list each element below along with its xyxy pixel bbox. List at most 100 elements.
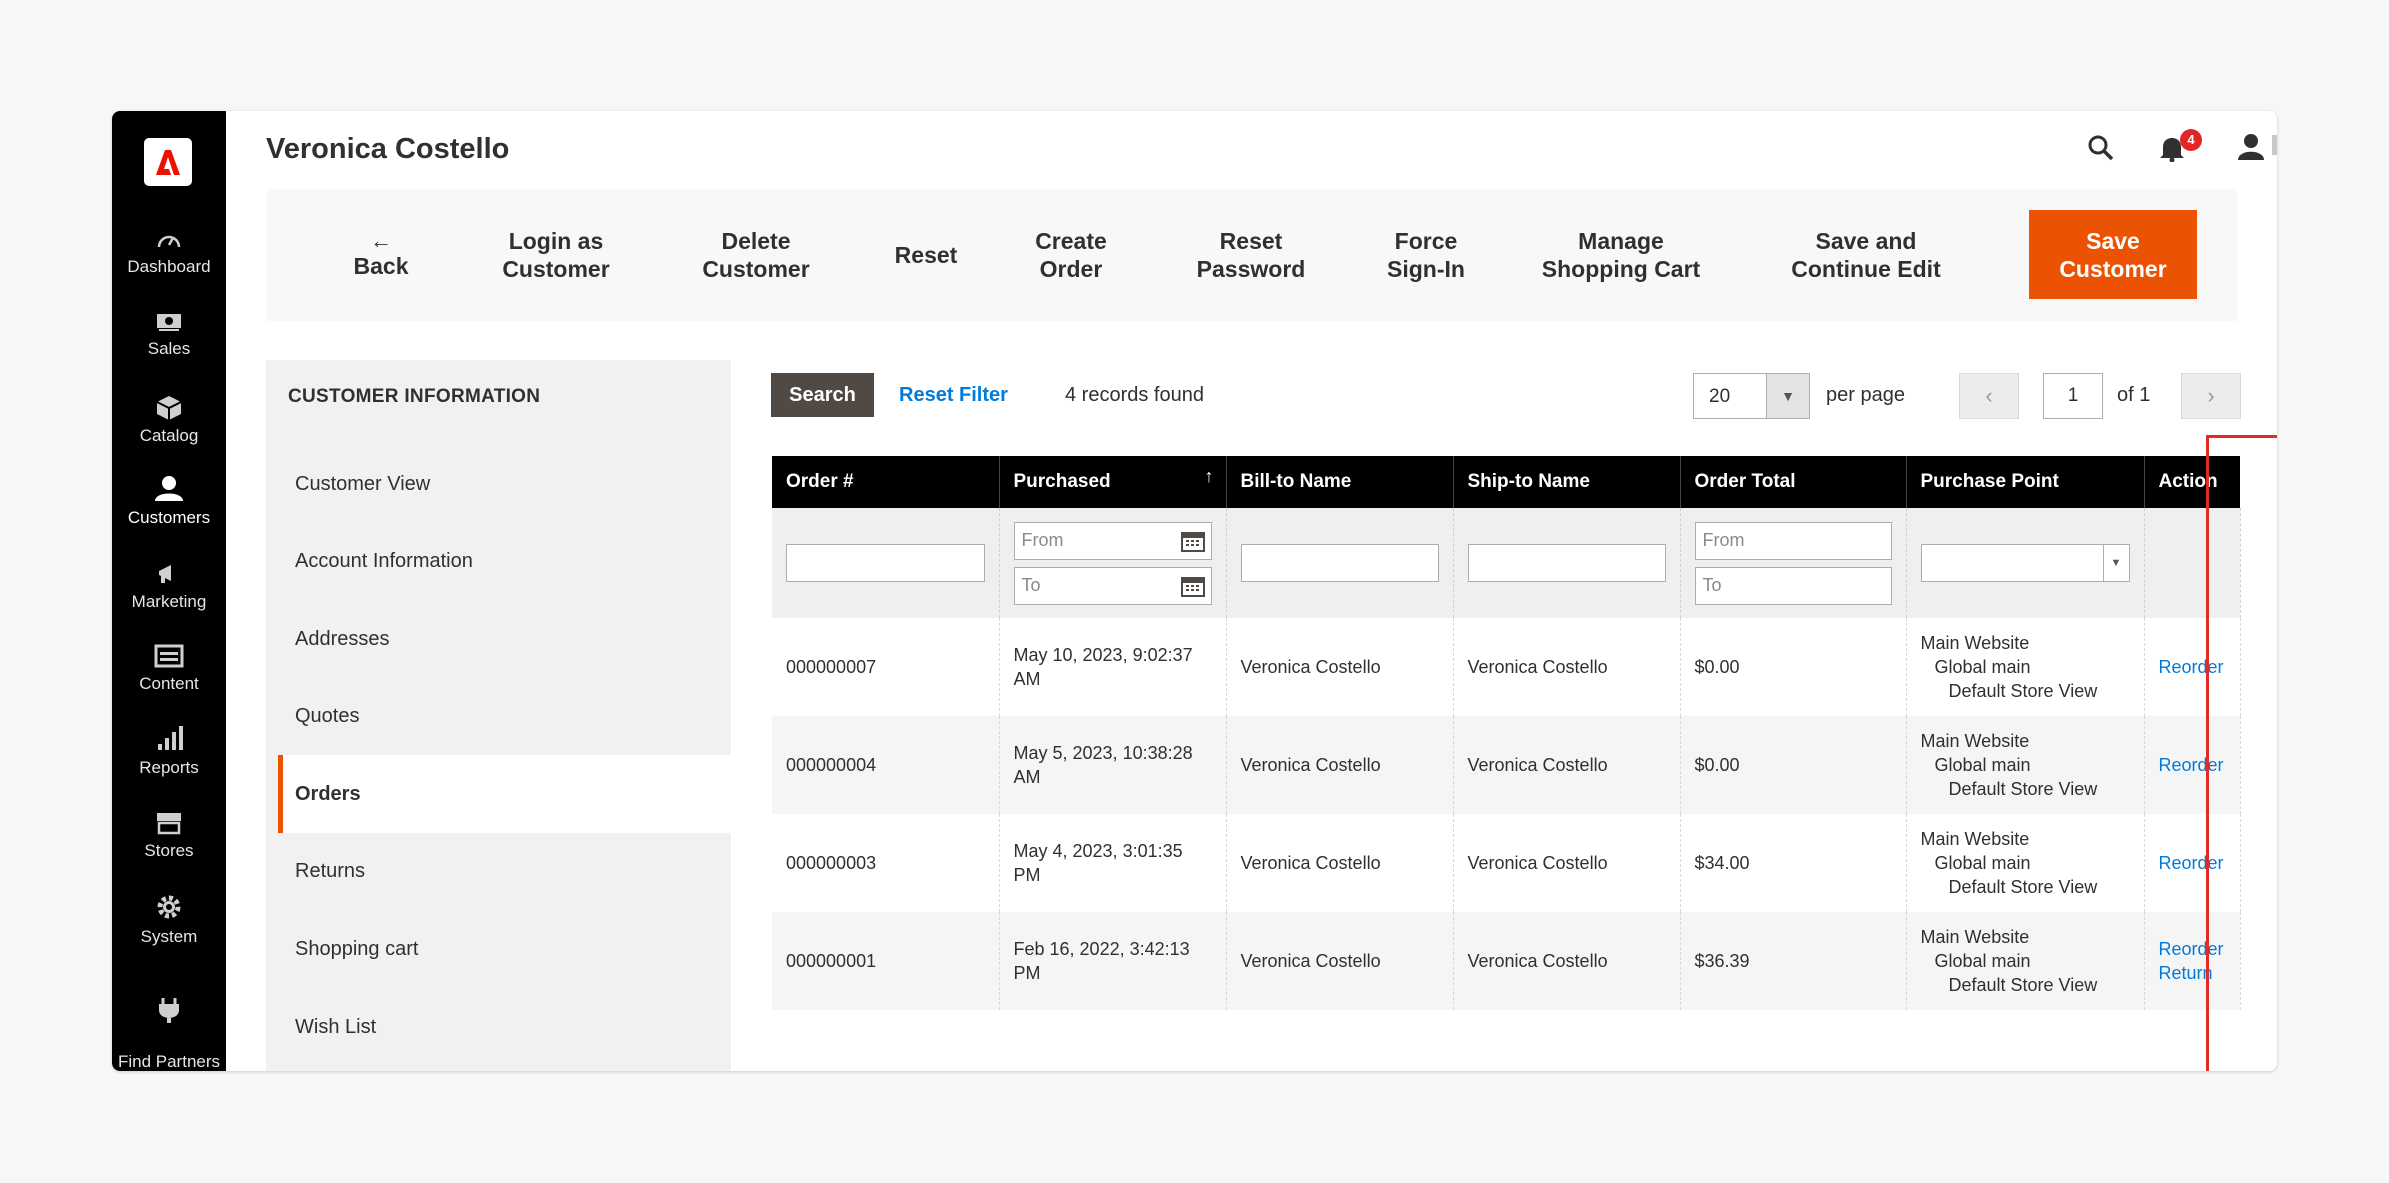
tab-account-information[interactable]: Account Information — [266, 522, 731, 600]
sidebar-item-partners[interactable]: Find Partners & Extensions — [112, 975, 226, 1071]
column-header-purchase-point[interactable]: Purchase Point — [1906, 456, 2145, 508]
order-number: 000000003 — [772, 814, 1000, 912]
manage-shopping-cart-button[interactable]: Manage Shopping Cart — [1516, 189, 1726, 321]
previous-page-button[interactable]: ‹ — [1959, 373, 2019, 419]
sidebar-item-label: Reports — [139, 758, 199, 777]
sidebar-item-label: System — [140, 927, 198, 946]
bill-to-name: Veronica Costello — [1226, 814, 1454, 912]
admin-window: Dashboard Sales Catalog Customers Market… — [112, 111, 2277, 1071]
order-total: $34.00 — [1680, 814, 1907, 912]
customers-icon — [155, 476, 183, 501]
calendar-icon[interactable] — [1180, 575, 1205, 597]
filter-row: From To From To ▼ — [772, 508, 2241, 618]
tab-wish-list[interactable]: Wish List — [266, 988, 731, 1066]
main-content: Veronica Costello 4 ← Back Login as Cust… — [226, 111, 2277, 1071]
sidebar-item-system[interactable]: System — [112, 893, 226, 947]
table-row: 000000004 May 5, 2023, 10:38:28 AM Veron… — [772, 716, 2241, 814]
dashboard-icon — [157, 235, 181, 248]
tab-quotes[interactable]: Quotes — [266, 677, 731, 755]
customer-information-tabs: CUSTOMER INFORMATION Customer View Accou… — [266, 360, 731, 1071]
purchased-from-input[interactable]: From — [1013, 521, 1212, 560]
purchased-date: May 5, 2023, 10:38:28 AM — [999, 716, 1227, 814]
search-icon[interactable] — [2087, 134, 2115, 162]
bill-to-name: Veronica Costello — [1226, 618, 1454, 716]
order-total: $0.00 — [1680, 618, 1907, 716]
tabs-title: CUSTOMER INFORMATION — [288, 386, 541, 407]
sidebar-item-customers[interactable]: Customers — [112, 474, 226, 528]
sidebar-item-reports[interactable]: Reports — [112, 724, 226, 778]
tab-returns[interactable]: Returns — [266, 832, 731, 910]
reset-button[interactable]: Reset — [871, 189, 981, 321]
save-and-continue-button[interactable]: Save and Continue Edit — [1766, 189, 1966, 321]
per-page-label: per page — [1826, 384, 1905, 406]
calendar-icon[interactable] — [1180, 530, 1205, 552]
total-to-input[interactable]: To — [1694, 566, 1892, 605]
order-total: $0.00 — [1680, 716, 1907, 814]
sidebar-item-label: Find Partners & Extensions — [117, 1052, 221, 1071]
tab-orders[interactable]: Orders — [278, 755, 731, 833]
next-page-button[interactable]: › — [2181, 373, 2241, 419]
page-total: of 1 — [2117, 384, 2151, 406]
sidebar-item-label: Stores — [144, 841, 194, 860]
sidebar-item-marketing[interactable]: Marketing — [112, 562, 226, 612]
delete-customer-button[interactable]: Delete Customer — [676, 189, 836, 321]
ship-to-name: Veronica Costello — [1453, 716, 1681, 814]
user-account-icon[interactable] — [2237, 132, 2265, 160]
reset-filter-link[interactable]: Reset Filter — [899, 384, 1008, 407]
placeholder-text: From — [1702, 530, 1745, 550]
purchase-point: Main Website Global main Default Store Vie… — [1906, 716, 2145, 814]
marketing-icon — [159, 565, 171, 583]
page-actions-bar: ← Back Login as Customer Delete Customer… — [266, 189, 2238, 321]
sidebar-item-catalog[interactable]: Catalog — [112, 394, 226, 446]
total-from-input[interactable]: From — [1694, 521, 1892, 560]
table-row: 000000001 Feb 16, 2022, 3:42:13 PM Veron… — [772, 912, 2241, 1010]
column-header-ship-to[interactable]: Ship-to Name — [1453, 456, 1681, 508]
purchased-date: May 10, 2023, 9:02:37 AM — [999, 618, 1227, 716]
order-filter-input[interactable] — [786, 544, 985, 582]
tab-addresses[interactable]: Addresses — [266, 600, 731, 678]
stores-icon — [157, 813, 181, 835]
tab-shopping-cart[interactable]: Shopping cart — [266, 910, 731, 988]
catalog-icon — [156, 396, 182, 420]
chevron-left-icon: ‹ — [1985, 383, 1993, 408]
column-header-order-total[interactable]: Order Total — [1680, 456, 1907, 508]
sidebar-item-stores[interactable]: Stores — [112, 811, 226, 861]
sidebar-item-label: Content — [139, 674, 199, 693]
column-header-order[interactable]: Order # — [772, 456, 1000, 508]
ship-to-filter-input[interactable] — [1467, 544, 1666, 582]
tab-customer-view[interactable]: Customer View — [266, 445, 731, 523]
purchase-point: Main Website Global main Default Store Vie… — [1906, 912, 2145, 1010]
purchase-point: Main Website Global main Default Store Vie… — [1906, 618, 2145, 716]
create-order-button[interactable]: Create Order — [1006, 189, 1136, 321]
sidebar-item-sales[interactable]: Sales — [112, 311, 226, 359]
reset-password-button[interactable]: Reset Password — [1176, 189, 1326, 321]
purchase-point-select[interactable]: ▼ — [1920, 544, 2130, 582]
column-header-purchased[interactable]: Purchased ↑ — [999, 456, 1227, 508]
order-total: $36.39 — [1680, 912, 1907, 1010]
bill-to-name: Veronica Costello — [1226, 912, 1454, 1010]
purchased-to-input[interactable]: To — [1013, 566, 1212, 605]
back-button[interactable]: ← Back — [326, 189, 436, 321]
placeholder-text: To — [1702, 575, 1722, 595]
user-name-redacted[interactable] — [2272, 135, 2277, 155]
purchased-date: Feb 16, 2022, 3:42:13 PM — [999, 912, 1227, 1010]
orders-table: Order # Purchased ↑ Bill-to Name Ship-to … — [772, 456, 2241, 1010]
reports-icon — [158, 726, 183, 750]
system-icon — [157, 895, 181, 919]
login-as-customer-button[interactable]: Login as Customer — [471, 189, 641, 321]
save-customer-button[interactable]: Save Customer — [2029, 210, 2197, 299]
search-button[interactable]: Search — [771, 373, 874, 417]
adobe-logo[interactable] — [144, 138, 192, 186]
page-title: Veronica Costello — [266, 133, 510, 165]
chevron-down-icon[interactable]: ▼ — [1766, 374, 1809, 418]
column-header-bill-to[interactable]: Bill-to Name — [1226, 456, 1454, 508]
table-row: 000000003 May 4, 2023, 3:01:35 PM Veroni… — [772, 814, 2241, 912]
bill-to-name: Veronica Costello — [1226, 716, 1454, 814]
bill-to-filter-input[interactable] — [1240, 544, 1439, 582]
force-signin-button[interactable]: Force Sign-In — [1366, 189, 1486, 321]
page-number-input[interactable]: 1 — [2043, 373, 2103, 419]
per-page-select[interactable]: 20 ▼ — [1693, 373, 1810, 419]
sidebar-item-dashboard[interactable]: Dashboard — [112, 229, 226, 277]
sidebar-item-content[interactable]: Content — [112, 644, 226, 694]
purchase-point: Main Website Global main Default Store Vie… — [1906, 814, 2145, 912]
